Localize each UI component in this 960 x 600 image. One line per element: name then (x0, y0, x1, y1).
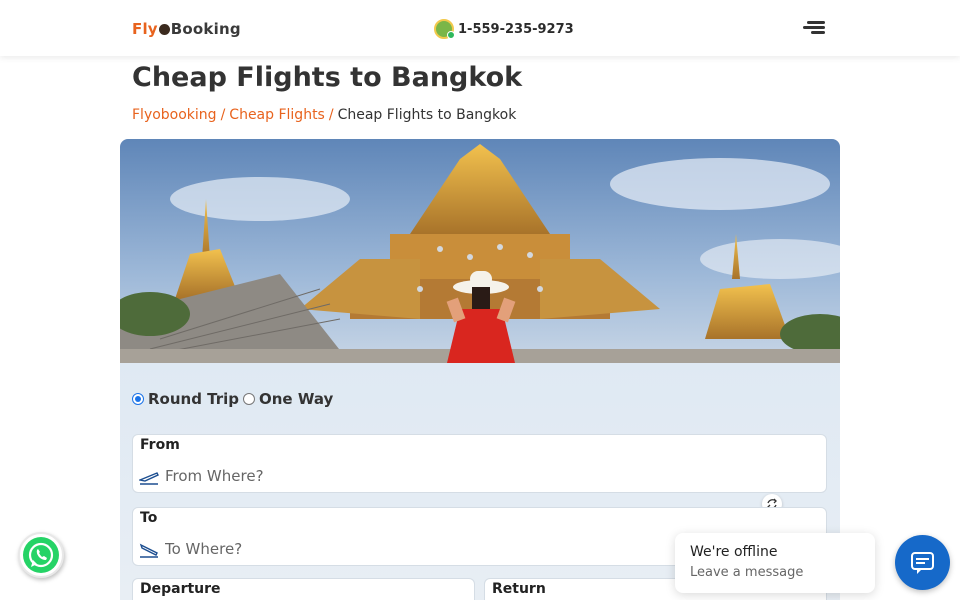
breadcrumb-separator: / (220, 107, 226, 123)
chat-status-text: We're offline (690, 544, 778, 560)
hero-image (120, 139, 840, 363)
breadcrumb-cheap-flights[interactable]: Cheap Flights (229, 107, 325, 123)
return-label: Return (492, 581, 546, 597)
whatsapp-icon (23, 537, 59, 573)
temple-illustration (120, 139, 840, 363)
hamburger-menu-icon[interactable] (803, 21, 825, 35)
trip-one-way[interactable]: One Way (243, 390, 333, 408)
chat-launcher-button[interactable] (895, 535, 950, 590)
plane-landing-icon (139, 543, 158, 558)
plane-takeoff-icon (139, 472, 159, 485)
round-trip-radio[interactable] (132, 393, 144, 405)
departure-field[interactable]: Departure (132, 578, 475, 600)
from-field[interactable]: From (132, 434, 827, 493)
site-logo[interactable]: Fly Booking (132, 20, 241, 38)
departure-label: Departure (140, 581, 221, 597)
logo-part-booking: Booking (170, 20, 241, 38)
phone-number: 1-559-235-9273 (458, 21, 574, 37)
breadcrumb-separator: / (328, 107, 334, 123)
from-input[interactable] (165, 465, 765, 487)
page-title: Cheap Flights to Bangkok (132, 62, 523, 93)
breadcrumb-home[interactable]: Flyobooking (132, 107, 217, 123)
site-header: Fly Booking 1-559-235-9273 (0, 0, 960, 56)
logo-plane-icon (158, 24, 170, 35)
phone-link[interactable]: 1-559-235-9273 (434, 19, 574, 39)
chat-subtitle-text: Leave a message (690, 565, 804, 580)
chat-message-icon (911, 552, 934, 574)
breadcrumb: Flyobooking / Cheap Flights / Cheap Flights … (132, 107, 516, 123)
whatsapp-button[interactable] (18, 532, 64, 578)
breadcrumb-current: Cheap Flights to Bangkok (337, 107, 517, 123)
to-label: To (140, 510, 158, 526)
from-label: From (140, 437, 180, 453)
round-trip-label: Round Trip (148, 390, 240, 408)
trip-round-trip[interactable]: Round Trip (132, 390, 239, 408)
agent-avatar-icon (434, 19, 455, 39)
logo-part-fly: Fly (132, 20, 158, 38)
one-way-label: One Way (259, 390, 334, 408)
one-way-radio[interactable] (243, 393, 255, 405)
chat-offline-bubble[interactable]: We're offline Leave a message (675, 533, 875, 593)
